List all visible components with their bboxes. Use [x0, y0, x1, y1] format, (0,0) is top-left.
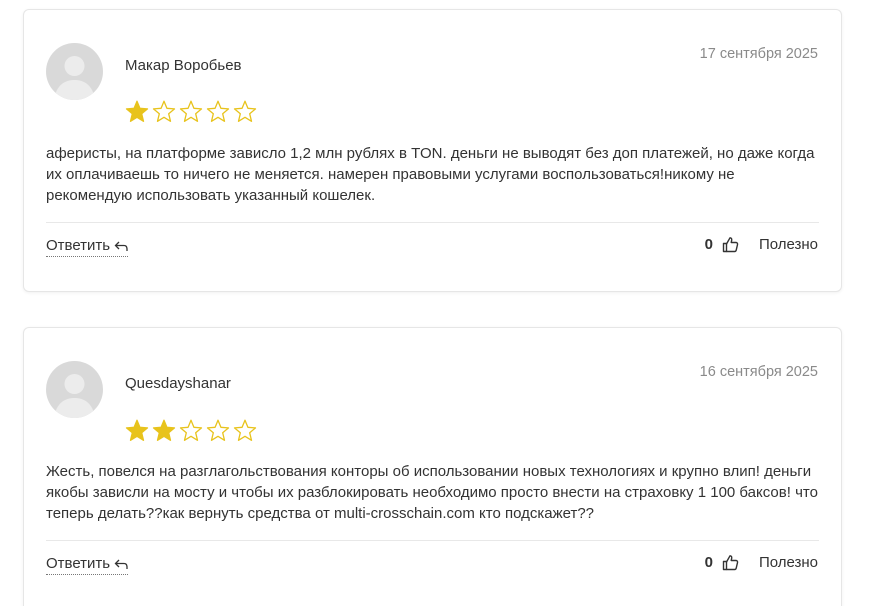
star-empty-icon: [179, 100, 203, 122]
review-date: 16 сентября 2025: [699, 364, 818, 380]
star-rating: [124, 418, 258, 444]
review-text: Жесть, повелся на разглагольствования ко…: [46, 463, 818, 522]
reply-button[interactable]: Ответить: [46, 237, 129, 257]
thumbs-up-icon[interactable]: [722, 554, 739, 571]
user-placeholder-icon: [54, 374, 95, 418]
helpful-count: 0: [704, 236, 713, 253]
review-text: аферисты, на платформе зависло 1,2 млн р…: [46, 145, 815, 204]
star-filled-icon: [125, 100, 149, 122]
helpful-button[interactable]: Полезно: [759, 236, 818, 253]
star-empty-icon: [179, 419, 203, 441]
user-placeholder-icon: [54, 56, 95, 100]
review-card: Quesdayshanar 16 сентября 2025 Жесть, по…: [23, 327, 842, 606]
review-date: 17 сентября 2025: [699, 46, 818, 62]
star-filled-icon: [125, 419, 149, 441]
reply-arrow-icon: [114, 559, 128, 569]
thumbs-up-icon[interactable]: [722, 236, 739, 253]
reviews-list: Макар Воробьев 17 сентября 2025 аферисты…: [0, 0, 869, 606]
divider: [46, 222, 819, 223]
star-empty-icon: [233, 100, 257, 122]
reply-label: Ответить: [46, 237, 111, 254]
helpful-votes: 0 Полезно: [705, 236, 818, 253]
star-filled-icon: [152, 419, 176, 441]
star-empty-icon: [206, 419, 230, 441]
reply-arrow-icon: [114, 241, 128, 251]
helpful-votes: 0 Полезно: [705, 554, 818, 571]
star-rating: [124, 99, 258, 125]
avatar: [46, 361, 103, 418]
review-card: Макар Воробьев 17 сентября 2025 аферисты…: [23, 9, 842, 292]
star-empty-icon: [206, 100, 230, 122]
avatar: [46, 43, 103, 100]
star-empty-icon: [152, 100, 176, 122]
reply-label: Ответить: [46, 555, 111, 572]
star-empty-icon: [233, 419, 257, 441]
helpful-count: 0: [704, 554, 713, 571]
review-author: Quesdayshanar: [125, 375, 231, 392]
review-author: Макар Воробьев: [125, 57, 242, 74]
helpful-button[interactable]: Полезно: [759, 554, 818, 571]
divider: [46, 540, 819, 541]
reply-button[interactable]: Ответить: [46, 555, 129, 575]
